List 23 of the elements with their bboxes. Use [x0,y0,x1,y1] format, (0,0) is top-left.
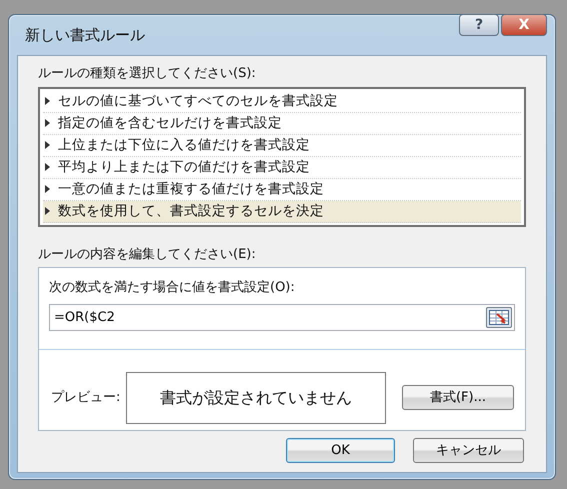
rule-type-item[interactable]: 数式を使用して、書式設定するセルを決定 [43,200,521,222]
triangle-icon [45,163,50,171]
triangle-icon [45,185,50,193]
rule-type-item[interactable]: 上位または下位に入る値だけを書式設定 [43,134,521,156]
formula-label: 次の数式を満たす場合に値を書式設定(O): [49,279,295,297]
formula-field[interactable]: =OR($C2 [49,304,515,330]
section-label: ルールの種類を選択してください(S): [38,65,257,83]
rule-type-item[interactable]: 平均より上または下の値だけを書式設定 [43,156,521,178]
format-button[interactable]: 書式(F)... [402,385,514,410]
cancel-button[interactable]: キャンセル [413,438,524,463]
preview-text: 書式が設定されていません [160,386,352,408]
rule-type-item[interactable]: 指定の値を含むセルだけを書式設定 [43,112,521,134]
triangle-icon [45,207,50,215]
range-select-button[interactable] [486,306,512,328]
section-label: ルールの内容を編集してください(E): [38,246,257,264]
help-button[interactable]: ? [459,14,499,36]
triangle-icon [45,97,50,105]
triangle-icon [45,141,50,149]
ok-button[interactable]: OK [286,438,395,463]
window-title: 新しい書式ルール [24,24,145,46]
rule-type-item[interactable]: セルの値に基づいてすべてのセルを書式設定 [43,90,521,112]
preview-label: プレビュー: [50,388,122,407]
triangle-icon [45,119,50,127]
